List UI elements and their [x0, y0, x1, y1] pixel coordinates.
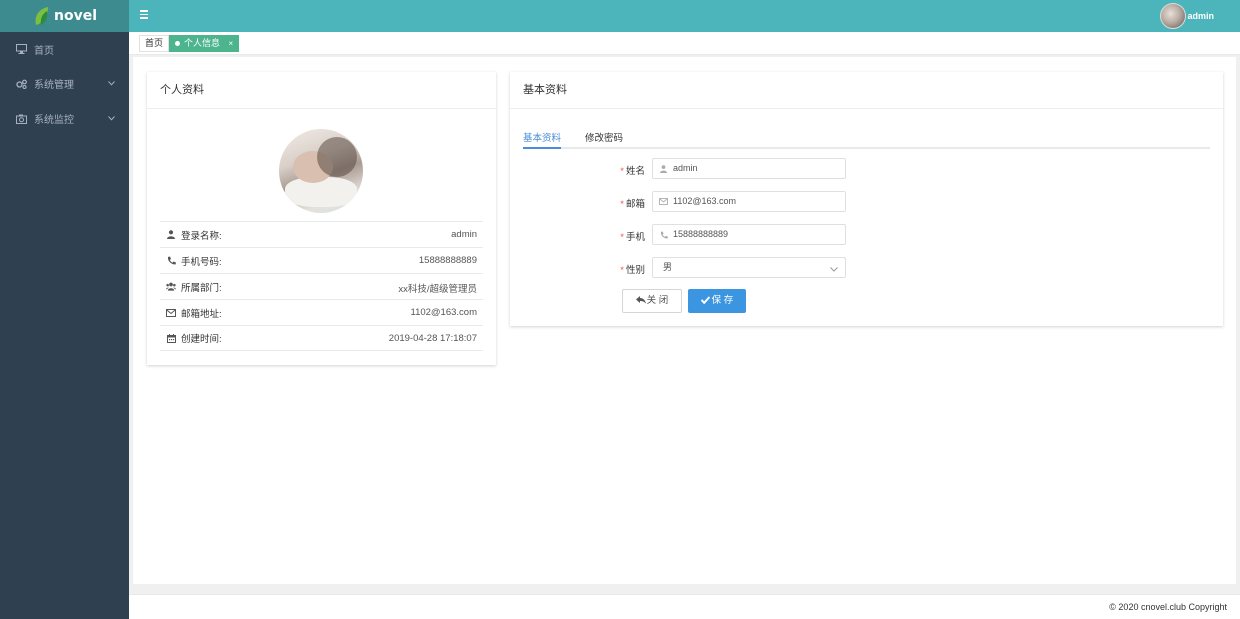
info-label: 所属部门: [181, 282, 222, 294]
envelope-icon [166, 308, 176, 318]
info-label: 登录名称: [181, 230, 222, 242]
sidebar-item-label: 首页 [34, 45, 54, 57]
menu-toggle-icon[interactable] [140, 10, 149, 20]
sex-select[interactable]: 男 [652, 257, 846, 278]
profile-avatar[interactable] [279, 129, 363, 213]
phone-icon [166, 256, 176, 266]
info-value: 1102@163.com [410, 307, 477, 318]
field-label: * 姓名 [620, 166, 645, 177]
sidebar: novel 首页 系统管理 系统监控 [0, 0, 129, 619]
panel-title: 基本资料 [510, 72, 1223, 109]
tab-profile[interactable]: 个人信息 × [169, 35, 240, 52]
field-label: * 性别 [620, 265, 645, 276]
logo[interactable]: novel [0, 0, 129, 32]
tab-basic-info[interactable]: 基本资料 [523, 130, 562, 149]
sidebar-item-home[interactable]: 首页 [0, 32, 129, 66]
info-value: admin [451, 229, 477, 240]
form-row-email: * 邮箱 1102@163.com [510, 191, 1223, 213]
logo-text: novel [53, 8, 97, 24]
reply-icon [635, 296, 646, 304]
tab-label: 个人信息 [184, 38, 221, 48]
gears-icon [15, 78, 27, 90]
name-field[interactable]: admin [652, 158, 846, 179]
info-label: 手机号码: [181, 256, 222, 268]
phone-field[interactable]: 15888888889 [652, 224, 846, 245]
active-dot-icon [175, 41, 180, 46]
form-row-name: * 姓名 admin [510, 158, 1223, 180]
header-username[interactable]: admin [1187, 11, 1214, 21]
list-item: 邮箱地址: 1102@163.com [160, 299, 483, 325]
phone-icon [659, 230, 668, 239]
close-icon[interactable]: × [229, 39, 234, 48]
sidebar-item-label: 系统监控 [34, 115, 74, 126]
user-icon [166, 230, 176, 240]
list-item: 手机号码: 15888888889 [160, 247, 483, 273]
form-tabs: 基本资料 修改密码 [523, 127, 1210, 149]
profile-panel: 个人资料 登录名称: admin 手机号码: 15888888889 所属部门:… [147, 72, 496, 365]
check-icon [700, 296, 710, 305]
sidebar-item-system-monitor[interactable]: 系统监控 [0, 101, 129, 136]
info-value: 15888888889 [418, 255, 477, 266]
page-tabs-bar: 首页 个人信息 × [129, 32, 1240, 55]
users-icon [166, 282, 176, 292]
top-header: admin [129, 0, 1240, 32]
footer: © 2020 cnovel.club Copyright [129, 594, 1240, 619]
info-value: 2019-04-28 17:18:07 [388, 333, 477, 344]
profile-info-list: 登录名称: admin 手机号码: 15888888889 所属部门: xx科技… [160, 221, 483, 351]
user-icon [659, 164, 668, 173]
copyright-text: © 2020 cnovel.club Copyright [1109, 602, 1227, 612]
field-label: * 邮箱 [620, 199, 645, 210]
panel-title: 个人资料 [147, 72, 496, 109]
form-row-phone: * 手机 15888888889 [510, 224, 1223, 246]
sidebar-item-system-management[interactable]: 系统管理 [0, 66, 129, 101]
field-label: * 手机 [620, 232, 645, 243]
form-row-sex: * 性别 男 [510, 257, 1223, 279]
info-label: 创建时间: [181, 334, 222, 345]
avatar[interactable] [1160, 3, 1186, 29]
list-item: 所属部门: xx科技/超级管理员 [160, 273, 483, 299]
camera-icon [15, 113, 27, 125]
chevron-down-icon [108, 113, 115, 124]
chevron-down-icon [830, 260, 838, 279]
list-item: 创建时间: 2019-04-28 17:18:07 [160, 325, 483, 351]
monitor-icon [15, 43, 27, 55]
envelope-icon [659, 197, 668, 206]
chevron-down-icon [108, 78, 115, 89]
tab-change-password[interactable]: 修改密码 [585, 130, 623, 144]
calendar-icon [166, 333, 176, 343]
info-label: 邮箱地址: [181, 308, 222, 320]
list-item: 登录名称: admin [160, 221, 483, 247]
email-field[interactable]: 1102@163.com [652, 191, 846, 212]
sidebar-item-label: 系统管理 [34, 80, 74, 91]
info-value: xx科技/超级管理员 [398, 284, 477, 295]
leaf-icon [32, 5, 52, 27]
close-button[interactable]: 关 闭 [622, 289, 682, 313]
save-button[interactable]: 保 存 [688, 289, 746, 313]
basic-info-panel: 基本资料 基本资料 修改密码 * 姓名 admin * 邮箱 1102@163.co… [510, 72, 1223, 326]
tab-home[interactable]: 首页 [139, 35, 170, 52]
